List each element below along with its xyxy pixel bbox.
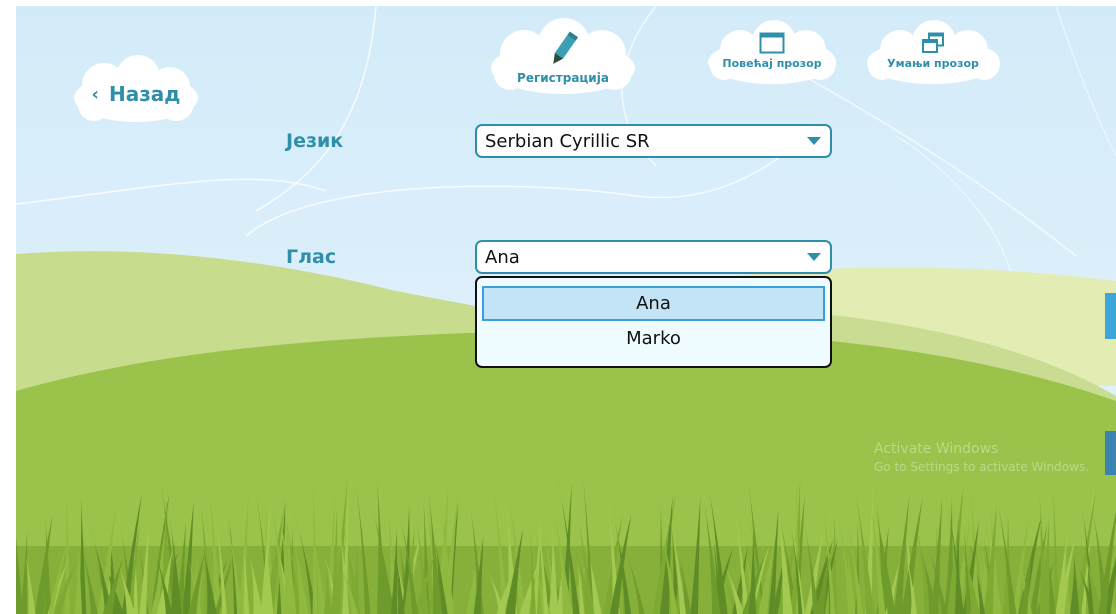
watermark-title: Activate Windows [874, 441, 999, 457]
voice-select[interactable]: Ana [475, 240, 832, 274]
edge-tab[interactable] [1105, 293, 1116, 339]
voice-option-marko[interactable]: Marko [482, 321, 825, 356]
voice-option-ana[interactable]: Ana [482, 286, 825, 321]
option-label: Marko [626, 328, 681, 349]
activation-watermark: Activate Windows Go to Settings to activ… [874, 440, 1089, 476]
language-label: Језик [286, 130, 344, 152]
dropdown-arrow-icon [807, 137, 821, 145]
voice-value: Ana [485, 246, 520, 268]
voice-dropdown-list: Ana Marko [475, 276, 832, 368]
maximize-window-button[interactable]: Повећај прозор [702, 18, 842, 90]
edge-tab[interactable] [1105, 431, 1116, 475]
maximize-window-icon [759, 32, 785, 54]
option-label: Ana [636, 293, 671, 314]
register-button[interactable]: Регистрација [484, 16, 642, 101]
chevron-left-icon: ‹ [91, 83, 99, 105]
back-button[interactable]: ‹ Назад [66, 53, 206, 133]
pencil-icon [553, 31, 578, 64]
restore-window-icon [922, 32, 944, 53]
voice-label: Глас [286, 246, 337, 268]
minimize-window-button[interactable]: Умањи прозор [860, 18, 1006, 90]
back-label: Назад [108, 82, 181, 106]
register-label: Регистрација [517, 70, 609, 85]
maximize-label: Повећај прозор [722, 57, 822, 70]
minimize-label: Умањи прозор [887, 57, 979, 70]
language-value: Serbian Cyrillic SR [485, 130, 650, 152]
language-select[interactable]: Serbian Cyrillic SR [475, 124, 832, 158]
dropdown-arrow-icon [807, 253, 821, 261]
app-window: ‹ Назад Регистрација Повећај прозор Умањ… [16, 6, 1116, 614]
watermark-subtitle: Go to Settings to activate Windows. [874, 460, 1089, 474]
